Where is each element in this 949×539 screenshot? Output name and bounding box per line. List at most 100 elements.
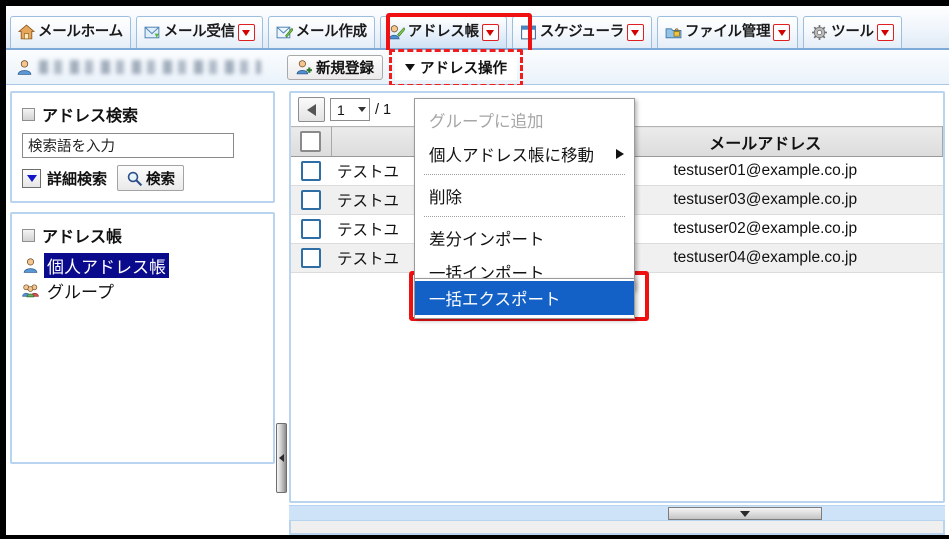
- address-search-panel: アドレス検索 詳細検索 検索: [10, 91, 275, 203]
- sidebar-item-label: グループ: [47, 283, 114, 302]
- add-user-icon: [296, 59, 313, 76]
- address-operation-menu-bottom: 一括エクスポート: [414, 278, 635, 319]
- search-button[interactable]: 検索: [117, 165, 185, 191]
- menu-item-bulk-export[interactable]: 一括エクスポート: [415, 281, 634, 315]
- sidebar-item-label: 個人アドレス帳: [44, 253, 169, 278]
- address-book-title-text: アドレス帳: [42, 229, 123, 246]
- select-all-checkbox[interactable]: [300, 131, 322, 152]
- row-select-cell[interactable]: [291, 185, 331, 215]
- row-select-cell[interactable]: [291, 156, 331, 186]
- row-checkbox[interactable]: [301, 190, 321, 210]
- tab-label: スケジューラ: [539, 24, 624, 41]
- new-registration-button[interactable]: 新規登録: [287, 54, 383, 80]
- search-input[interactable]: [22, 133, 234, 158]
- chevron-down-icon: [358, 107, 366, 112]
- tab-label: アドレス帳: [407, 24, 479, 41]
- advanced-search-label[interactable]: 詳細検索: [47, 168, 107, 189]
- tab-tools[interactable]: ツール: [803, 16, 902, 48]
- address-operation-wrapper: アドレス操作: [389, 48, 523, 87]
- new-registration-label: 新規登録: [316, 60, 374, 77]
- gear-icon: [811, 24, 828, 41]
- tab-label: メールホーム: [38, 24, 123, 41]
- account-toolbar: 新規登録 アドレス操作: [6, 48, 949, 87]
- row-checkbox[interactable]: [301, 248, 321, 268]
- menu-item-label: 削除: [429, 189, 462, 207]
- address-book-panel: アドレス帳 個人アドレス帳 グループ: [10, 212, 275, 464]
- menu-separator: [424, 216, 625, 218]
- menu-item-delete[interactable]: 削除: [415, 179, 634, 213]
- compose-icon: [276, 24, 293, 41]
- calendar-icon: [520, 24, 537, 41]
- horizontal-splitter[interactable]: [289, 505, 945, 521]
- row-select-cell[interactable]: [291, 243, 331, 273]
- menu-item-add-to-group: グループに追加: [415, 103, 634, 137]
- tab-label: メール受信: [163, 24, 235, 41]
- collapse-box-icon[interactable]: [22, 228, 35, 242]
- splitter-handle-collapse-left[interactable]: [276, 423, 287, 493]
- collapse-box-icon[interactable]: [22, 107, 35, 121]
- application-window: メールホーム メール受信 メール作成 アドレス帳 スケジューラ ファイル管理 ツ…: [0, 0, 949, 539]
- tab-label: ツール: [831, 24, 874, 41]
- sidebar-item-personal-address-book[interactable]: 個人アドレス帳: [22, 253, 263, 278]
- splitter-handle-collapse-down[interactable]: [668, 507, 822, 520]
- row-mail: testuser01@example.co.jp: [588, 156, 943, 186]
- main-tab-bar: メールホーム メール受信 メール作成 アドレス帳 スケジューラ ファイル管理 ツ…: [6, 6, 949, 50]
- submenu-arrow-icon: [616, 149, 624, 159]
- address-search-title-text: アドレス検索: [42, 108, 139, 125]
- menu-item-move-to-personal-address-book[interactable]: 個人アドレス帳に移動: [415, 137, 634, 171]
- detail-panel: 詳細情報: [289, 521, 945, 535]
- sidebar-item-group[interactable]: グループ: [22, 279, 263, 302]
- search-controls: 詳細検索 検索: [22, 165, 263, 191]
- menu-item-label: グループに追加: [429, 113, 544, 131]
- chevron-down-icon[interactable]: [481, 24, 499, 41]
- sidebar: アドレス検索 詳細検索 検索: [10, 91, 275, 535]
- menu-separator: [424, 174, 625, 176]
- tab-file-management[interactable]: ファイル管理: [656, 16, 799, 48]
- detail-title: 詳細情報: [291, 521, 943, 539]
- chevron-down-icon[interactable]: [773, 24, 791, 41]
- chevron-down-icon: [405, 63, 415, 71]
- row-select-cell[interactable]: [291, 214, 331, 244]
- menu-item-label: 一括エクスポート: [429, 291, 561, 309]
- page-total-label: / 1: [375, 101, 392, 118]
- select-all-header[interactable]: [291, 126, 332, 157]
- row-mail: testuser03@example.co.jp: [588, 185, 943, 215]
- person-icon: [22, 257, 39, 274]
- address-operation-button[interactable]: アドレス操作: [395, 54, 517, 80]
- row-mail: testuser02@example.co.jp: [588, 214, 943, 244]
- tab-mail-receive[interactable]: メール受信: [135, 16, 263, 48]
- group-icon: [22, 282, 39, 299]
- tab-mail-compose[interactable]: メール作成: [267, 16, 375, 48]
- address-operation-menu: グループに追加 個人アドレス帳に移動 削除 差分インポート 一括インポート: [414, 98, 635, 290]
- chevron-down-icon[interactable]: [876, 24, 894, 41]
- chevron-down-icon[interactable]: [237, 24, 255, 41]
- row-checkbox[interactable]: [301, 219, 321, 239]
- address-search-title: アドレス検索: [22, 102, 263, 126]
- row-mail: testuser04@example.co.jp: [588, 243, 943, 273]
- previous-page-button[interactable]: [298, 97, 325, 122]
- row-checkbox[interactable]: [301, 161, 321, 181]
- home-icon: [18, 24, 35, 41]
- menu-item-differential-import[interactable]: 差分インポート: [415, 221, 634, 255]
- mail-column-header[interactable]: メールアドレス: [588, 126, 943, 157]
- search-icon: [126, 170, 143, 187]
- page-select[interactable]: 1: [330, 98, 370, 121]
- tab-label: メール作成: [295, 24, 367, 41]
- menu-item-label: 差分インポート: [429, 231, 545, 249]
- address-operation-label: アドレス操作: [420, 60, 507, 77]
- tab-mail-home[interactable]: メールホーム: [10, 16, 131, 48]
- address-book-title: アドレス帳: [22, 223, 263, 247]
- current-user: [16, 59, 261, 76]
- address-book-icon: [388, 24, 405, 41]
- vertical-splitter[interactable]: [276, 91, 287, 535]
- menu-item-label: 個人アドレス帳に移動: [429, 147, 594, 165]
- inbox-icon: [144, 24, 161, 41]
- advanced-search-toggle-icon[interactable]: [22, 168, 41, 188]
- page-select-value: 1: [337, 101, 345, 118]
- tab-address-book[interactable]: アドレス帳: [379, 16, 507, 48]
- search-button-label: 検索: [146, 171, 176, 188]
- detail-title-text: 詳細情報: [323, 535, 387, 539]
- chevron-down-icon[interactable]: [626, 24, 644, 41]
- avatar: [16, 59, 33, 76]
- tab-scheduler[interactable]: スケジューラ: [511, 16, 652, 48]
